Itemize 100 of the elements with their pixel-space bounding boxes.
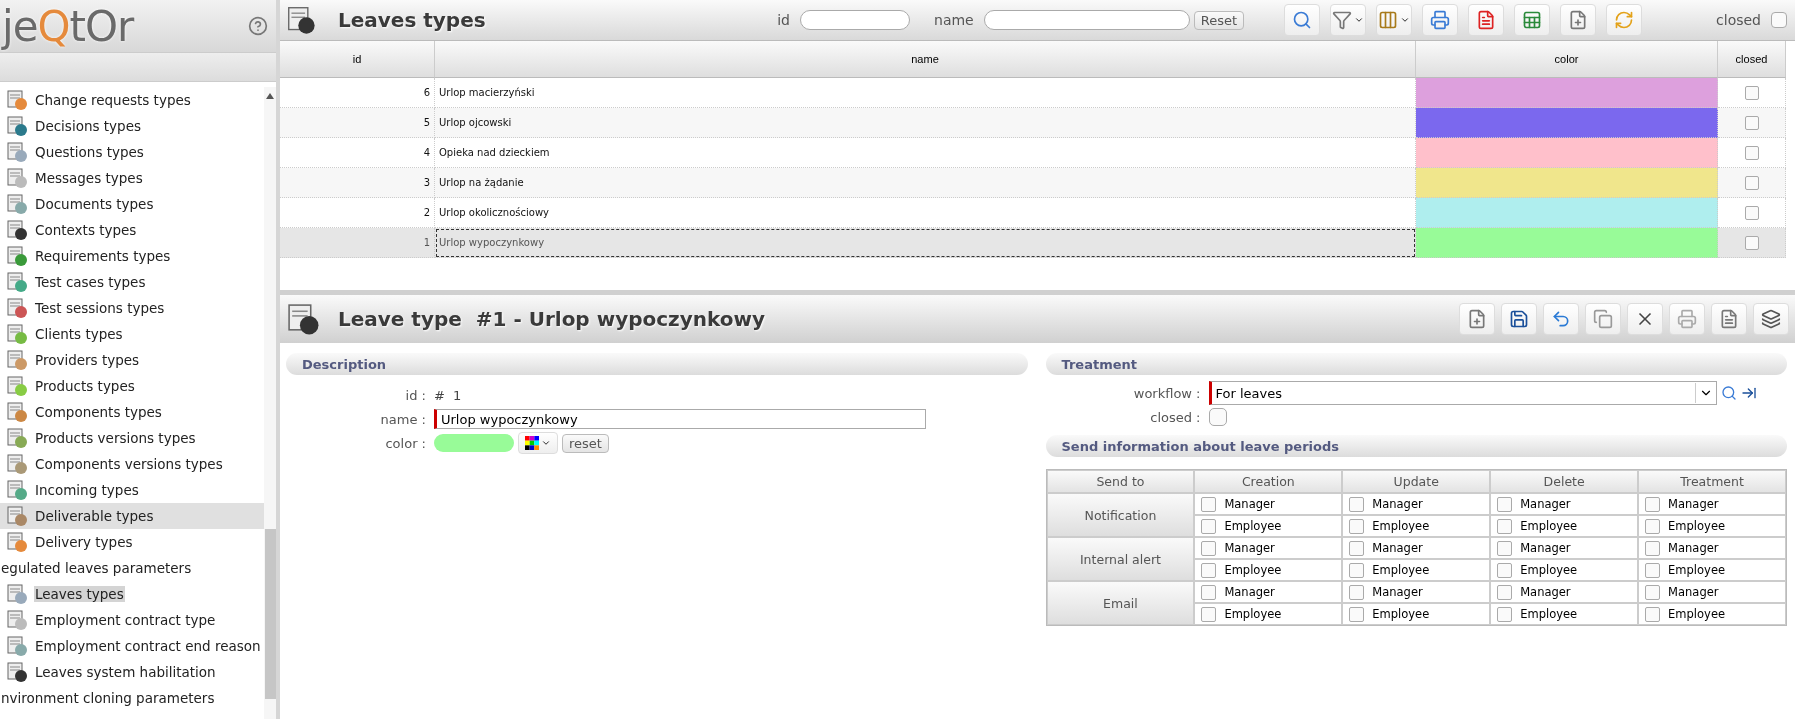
menu-item[interactable]: Providers types [34,352,141,368]
undo-button[interactable] [1543,303,1579,335]
reset-button[interactable]: Reset [1193,10,1245,30]
section-title[interactable]: Description [286,353,1028,375]
checkbox-label: Employee [1520,607,1578,621]
menu-item[interactable]: Employment contract end reason [34,638,262,654]
checkbox[interactable] [1744,115,1759,130]
new-button[interactable] [1560,4,1597,36]
field-label: name : [379,411,426,427]
menu-item[interactable]: Employment contract type [34,612,217,628]
columns-button[interactable] [1376,4,1413,36]
checkbox[interactable] [1645,540,1661,556]
menu-item-highlight[interactable]: Deliverable types [0,503,264,529]
id-filter-field[interactable] [800,10,910,30]
type-icon [6,505,28,527]
new-button[interactable] [1459,303,1495,335]
checkbox-label: Employee [1668,607,1726,621]
reset-button[interactable]: reset [562,433,609,453]
scroll-up-icon[interactable] [266,93,274,99]
checkbox[interactable] [1201,562,1217,578]
checkbox[interactable] [1744,175,1759,190]
menu-item[interactable]: Deliverable types [34,508,155,524]
checkbox[interactable] [1744,145,1759,160]
menu-item[interactable]: Incoming types [34,482,140,498]
menu-item[interactable]: Clients types [34,326,124,342]
workflow-select[interactable]: For leaves [1208,381,1717,405]
menu-item[interactable]: Decisions types [34,118,142,134]
checkbox[interactable] [1349,606,1365,622]
menu-item[interactable]: Test cases types [34,274,147,290]
filter-button[interactable] [1330,4,1367,36]
checkbox[interactable] [1497,540,1513,556]
closed-checkbox[interactable] [1771,12,1787,28]
goto-icon[interactable] [1740,385,1757,401]
checkbox[interactable] [1497,584,1513,600]
column-header[interactable]: color [1416,41,1718,78]
scrollbar-thumb[interactable] [264,529,276,699]
checkbox[interactable] [1497,496,1513,512]
checkbox[interactable] [1744,235,1759,250]
name-field[interactable]: Urlop wypoczynkowy [434,409,926,429]
menu-item[interactable]: Documents types [34,196,155,212]
menu-item[interactable]: Delivery types [34,534,134,550]
scrollbar[interactable] [264,87,276,719]
checkbox[interactable] [1349,584,1365,600]
pdf-button[interactable] [1711,303,1747,335]
type-icon [6,297,28,319]
closed-checkbox[interactable] [1208,408,1227,426]
checkbox[interactable] [1201,584,1217,600]
name-filter-field[interactable] [983,10,1190,30]
column-header[interactable]: closed [1718,41,1786,78]
menu-item[interactable]: Leaves types [34,586,125,602]
checkbox[interactable] [1497,606,1513,622]
menu-item[interactable]: Questions types [34,144,145,160]
windows-button[interactable] [1753,303,1789,335]
checkbox[interactable] [1744,85,1759,100]
print-button[interactable] [1422,4,1459,36]
menu-item[interactable]: Messages types [34,170,144,186]
checkbox[interactable] [1497,562,1513,578]
column-header[interactable]: name [435,41,1416,78]
checkbox[interactable] [1645,496,1661,512]
checkbox[interactable] [1201,606,1217,622]
menu-item[interactable]: Components types [34,404,163,420]
color-swatch[interactable] [434,434,514,452]
menu-item[interactable]: Test sessions types [34,300,166,316]
checkbox[interactable] [1201,540,1217,556]
pdf-button[interactable] [1468,4,1505,36]
search-button[interactable] [1284,4,1321,36]
section-title[interactable]: Send information about leave periods [1045,435,1787,457]
print-button[interactable] [1669,303,1705,335]
table-cell: 6 [280,78,435,108]
checkbox[interactable] [1201,518,1217,534]
menu-item[interactable]: Products types [34,378,136,394]
checkbox[interactable] [1349,496,1365,512]
color-picker-button[interactable] [518,432,558,454]
save-button[interactable] [1501,303,1537,335]
copy-button[interactable] [1585,303,1621,335]
section-title[interactable]: Treatment [1045,353,1787,375]
checkbox[interactable] [1349,562,1365,578]
checkbox[interactable] [1349,540,1365,556]
menu-item[interactable]: Components versions types [34,456,224,472]
delete-button[interactable] [1627,303,1663,335]
menu-group[interactable]: egulated leaves parameters [0,560,193,576]
search-icon[interactable] [1720,385,1737,401]
checkbox[interactable] [1645,518,1661,534]
menu-item[interactable]: Requirements types [34,248,172,264]
checkbox[interactable] [1349,518,1365,534]
checkbox[interactable] [1645,584,1661,600]
help-icon[interactable] [248,16,268,36]
checkbox[interactable] [1645,606,1661,622]
checkbox[interactable] [1201,496,1217,512]
menu-item[interactable]: Change requests types [34,92,192,108]
menu-item[interactable]: Contexts types [34,222,138,238]
refresh-button[interactable] [1606,4,1643,36]
menu-item[interactable]: Leaves system habilitation [34,664,217,680]
checkbox[interactable] [1497,518,1513,534]
menu-group[interactable]: nvironment cloning parameters [0,690,216,706]
checkbox[interactable] [1645,562,1661,578]
checkbox[interactable] [1744,205,1759,220]
excel-button[interactable] [1514,4,1551,36]
menu-item[interactable]: Products versions types [34,430,197,446]
column-header[interactable]: id [280,41,435,78]
